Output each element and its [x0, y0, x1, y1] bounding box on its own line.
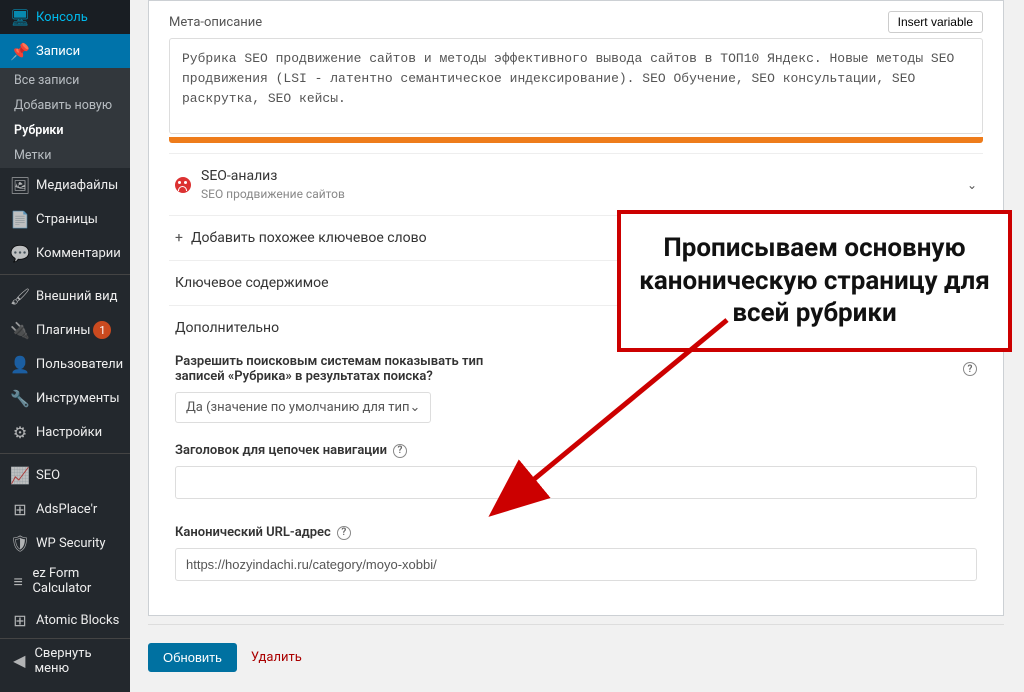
submenu-categories[interactable]: Рубрики	[0, 118, 130, 143]
pin-icon: 📌	[10, 41, 30, 61]
insert-variable-button[interactable]: Insert variable	[888, 11, 983, 33]
help-icon[interactable]: ?	[393, 444, 407, 458]
menu-appearance[interactable]: 🖌 Внешний вид	[0, 279, 130, 313]
menu-label: Комментарии	[36, 246, 121, 261]
menu-label: Atomic Blocks	[36, 613, 119, 628]
plugin-icon: 🔌	[10, 320, 30, 340]
canonical-label: Канонический URL-адрес ?	[175, 525, 977, 540]
update-badge: 1	[93, 321, 111, 339]
delete-link[interactable]: Удалить	[251, 650, 302, 665]
admin-sidebar: 🖥 Консоль 📌 Записи Все записи Добавить н…	[0, 0, 130, 692]
ads-icon: ⊞	[10, 499, 30, 519]
menu-label: ez Form Calculator	[32, 567, 122, 597]
menu-pages[interactable]: 📄 Страницы	[0, 202, 130, 236]
footer-actions: Обновить Удалить	[148, 643, 1004, 672]
comment-icon: 💬	[10, 243, 30, 263]
menu-tools[interactable]: 🔧 Инструменты	[0, 381, 130, 415]
callout-text: Прописываем основную каноническую страни…	[635, 232, 994, 330]
menu-label: Консоль	[36, 10, 88, 25]
dashboard-icon: 🖥	[10, 7, 30, 27]
posts-submenu: Все записи Добавить новую Рубрики Метки	[0, 68, 130, 168]
help-icon[interactable]: ?	[337, 526, 351, 540]
plus-icon: +	[175, 230, 183, 246]
allow-search-select[interactable]: Да (значение по умолчанию для тип ⌄	[175, 392, 431, 423]
menu-ezform[interactable]: ≡ ez Form Calculator	[0, 560, 130, 604]
chevron-down-icon: ⌄	[410, 400, 421, 415]
menu-settings[interactable]: ⚙ Настройки	[0, 415, 130, 449]
menu-label: WP Security	[36, 536, 106, 551]
meta-description-label: Мета-описание	[169, 15, 262, 30]
seo-icon: 📈	[10, 465, 30, 485]
page-icon: 📄	[10, 209, 30, 229]
accordion-seo-analysis[interactable]: SEO-анализ SEO продвижение сайтов ⌄	[169, 154, 983, 215]
collapse-icon: ◀	[10, 651, 28, 671]
submenu-all-posts[interactable]: Все записи	[0, 68, 130, 93]
menu-media[interactable]: 🖼 Медиафайлы	[0, 168, 130, 202]
submenu-add-new[interactable]: Добавить новую	[0, 93, 130, 118]
menu-label: Пользователи	[36, 357, 123, 372]
menu-posts[interactable]: 📌 Записи	[0, 34, 130, 68]
user-icon: 👤	[10, 354, 30, 374]
update-button[interactable]: Обновить	[148, 643, 237, 672]
menu-plugins[interactable]: 🔌 Плагины 1	[0, 313, 130, 347]
allow-search-label: Разрешить поисковым системам показывать …	[175, 354, 977, 384]
submenu-tags[interactable]: Метки	[0, 143, 130, 168]
menu-label: Свернуть меню	[34, 646, 122, 676]
menu-console[interactable]: 🖥 Консоль	[0, 0, 130, 34]
chevron-down-icon: ⌄	[967, 178, 977, 192]
menu-label: SEO	[36, 468, 60, 483]
annotation-callout: Прописываем основную каноническую страни…	[617, 210, 1012, 352]
meta-length-bar	[169, 137, 983, 143]
menu-label: AdsPlace'r	[36, 502, 97, 517]
menu-label: Записи	[36, 44, 80, 59]
gear-icon: ⚙	[10, 422, 30, 442]
menu-label: Медиафайлы	[36, 178, 118, 193]
media-icon: 🖼	[10, 175, 30, 195]
select-text: Да (значение по умолчанию для тип	[186, 400, 410, 415]
seo-analysis-subtitle: SEO продвижение сайтов	[201, 187, 967, 201]
menu-label: Инструменты	[36, 391, 120, 406]
main-content: Мета-описание Insert variable SEO-анализ…	[130, 0, 1024, 692]
canonical-url-input[interactable]	[175, 548, 977, 581]
breadcrumb-input[interactable]	[175, 466, 977, 499]
menu-comments[interactable]: 💬 Комментарии	[0, 236, 130, 270]
seo-analysis-title: SEO-анализ	[201, 168, 967, 184]
menu-seo[interactable]: 📈 SEO	[0, 458, 130, 492]
meta-description-input[interactable]	[169, 38, 983, 134]
menu-users[interactable]: 👤 Пользователи	[0, 347, 130, 381]
menu-label: Плагины	[36, 323, 90, 338]
sad-face-icon	[175, 177, 191, 193]
menu-label: Страницы	[36, 212, 98, 227]
menu-label: Настройки	[36, 425, 102, 440]
menu-atomicblocks[interactable]: ⊞ Atomic Blocks	[0, 604, 130, 638]
blocks-icon: ⊞	[10, 611, 30, 631]
form-icon: ≡	[10, 572, 26, 592]
help-icon[interactable]: ?	[963, 362, 977, 376]
menu-wpsecurity[interactable]: 🛡 WP Security	[0, 526, 130, 560]
menu-collapse[interactable]: ◀ Свернуть меню	[0, 638, 130, 683]
menu-adsplacer[interactable]: ⊞ AdsPlace'r	[0, 492, 130, 526]
menu-label: Внешний вид	[36, 289, 118, 304]
shield-icon: 🛡	[10, 533, 30, 553]
brush-icon: 🖌	[10, 286, 30, 306]
breadcrumb-label: Заголовок для цепочек навигации ?	[175, 443, 977, 458]
wrench-icon: 🔧	[10, 388, 30, 408]
